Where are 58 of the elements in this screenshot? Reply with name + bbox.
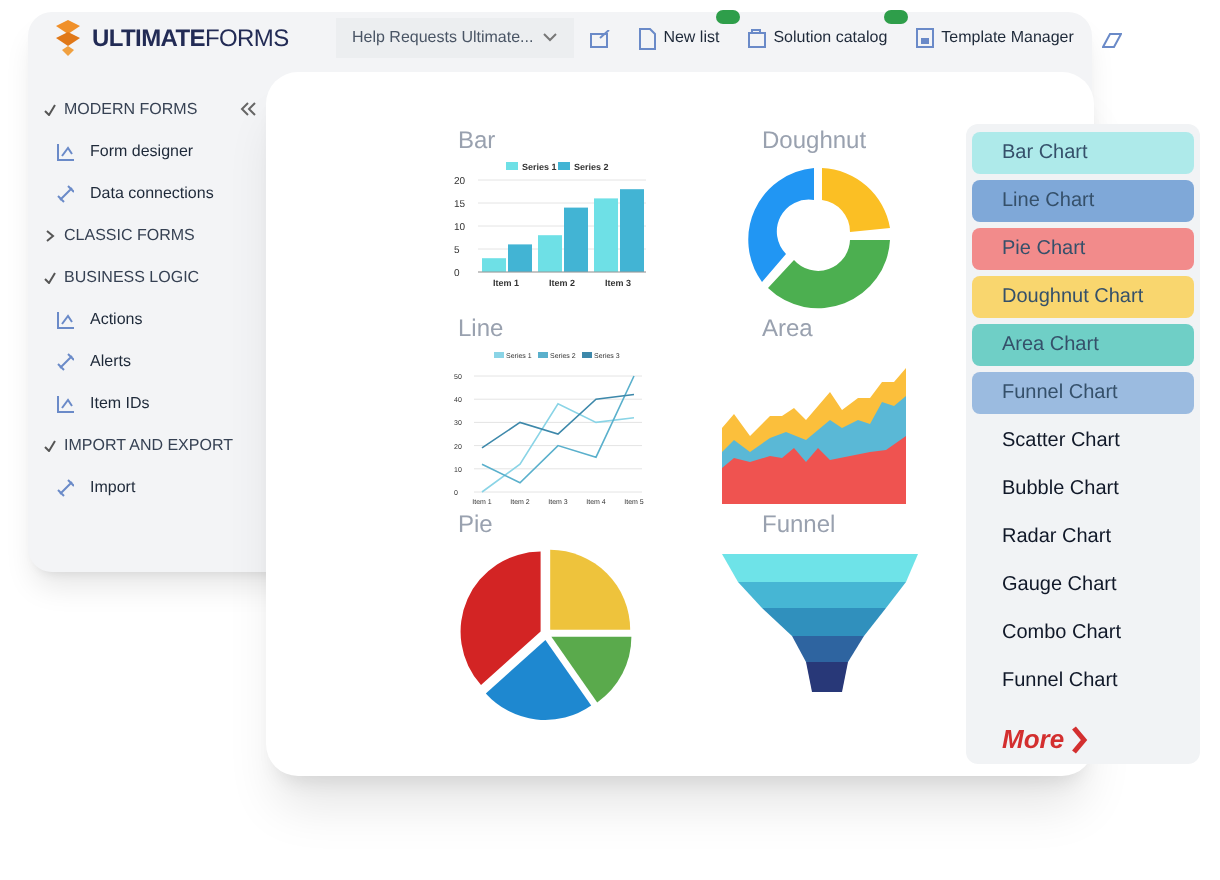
chart-type-item[interactable]: Area Chart (972, 324, 1194, 366)
section-header[interactable]: CLASSIC FORMS (64, 223, 195, 247)
folder-icon (747, 27, 766, 49)
sidebar-item[interactable]: Actions (90, 307, 143, 331)
legend-swatch (494, 352, 504, 358)
section-header[interactable]: BUSINESS LOGIC (64, 265, 200, 289)
document-icon (637, 27, 656, 49)
chart-type-item[interactable]: Scatter Chart (972, 420, 1194, 462)
logo-icon (52, 20, 84, 56)
chart-type-item[interactable]: Funnel Chart (972, 660, 1194, 702)
chart-type-item[interactable]: Radar Chart (972, 516, 1194, 558)
bar (594, 198, 618, 272)
item-icon (56, 393, 74, 413)
item-icon (56, 477, 74, 497)
more-link[interactable]: More (972, 720, 1089, 759)
edit-icon[interactable] (589, 29, 610, 47)
legend-swatch (558, 162, 570, 170)
chart-type-item[interactable]: Bar Chart (972, 132, 1194, 174)
notification-badge (715, 10, 740, 24)
chart-title: Line (456, 316, 506, 340)
chevron-down-icon (541, 32, 558, 44)
toolbar-button[interactable]: Solution catalog (747, 26, 888, 50)
chart-type-item[interactable]: Funnel Chart (972, 372, 1194, 414)
logo-text: ULTIMATEFORMS (92, 22, 289, 56)
chart-type-item[interactable]: Combo Chart (972, 612, 1194, 654)
legend-swatch (506, 162, 518, 170)
toolbar-button[interactable]: New list (637, 26, 720, 50)
chart-title: Funnel (760, 512, 836, 536)
save-icon (915, 27, 934, 49)
chart-title: Pie (456, 512, 495, 536)
item-icon (56, 351, 74, 371)
sidebar-item[interactable]: Data connections (90, 181, 214, 205)
collapse-icon[interactable] (240, 102, 256, 116)
chart-title: Area (760, 316, 813, 340)
chevron-right-icon (1072, 725, 1089, 754)
sidebar-item[interactable]: Item IDs (90, 391, 150, 415)
list-dropdown[interactable]: Help Requests Ultimate... (336, 18, 574, 58)
toolbar-button[interactable]: Template Manager (915, 26, 1074, 50)
item-icon (56, 141, 74, 161)
chart-title: Doughnut (760, 128, 867, 152)
doughnut-chart-drawing (748, 168, 890, 309)
item-icon (56, 309, 74, 329)
eraser-icon[interactable] (1101, 29, 1122, 47)
notification-badge (883, 10, 908, 24)
chart-title: Bar (456, 128, 498, 152)
legend-swatch (538, 352, 548, 358)
sidebar-item[interactable]: Import (90, 475, 136, 499)
sidebar-item[interactable]: Alerts (90, 349, 131, 373)
chart-type-item[interactable]: Doughnut Chart (972, 276, 1194, 318)
sidebar-item[interactable]: Form designer (90, 139, 194, 163)
chart-type-item[interactable]: Pie Chart (972, 228, 1194, 270)
legend-swatch (582, 352, 592, 358)
chart-type-item[interactable]: Bubble Chart (972, 468, 1194, 510)
section-header[interactable]: MODERN FORMS (64, 97, 198, 121)
chart-type-item[interactable]: Gauge Chart (972, 564, 1194, 606)
section-header[interactable]: IMPORT AND EXPORT (64, 433, 233, 457)
item-icon (56, 183, 74, 203)
bar (620, 189, 644, 272)
